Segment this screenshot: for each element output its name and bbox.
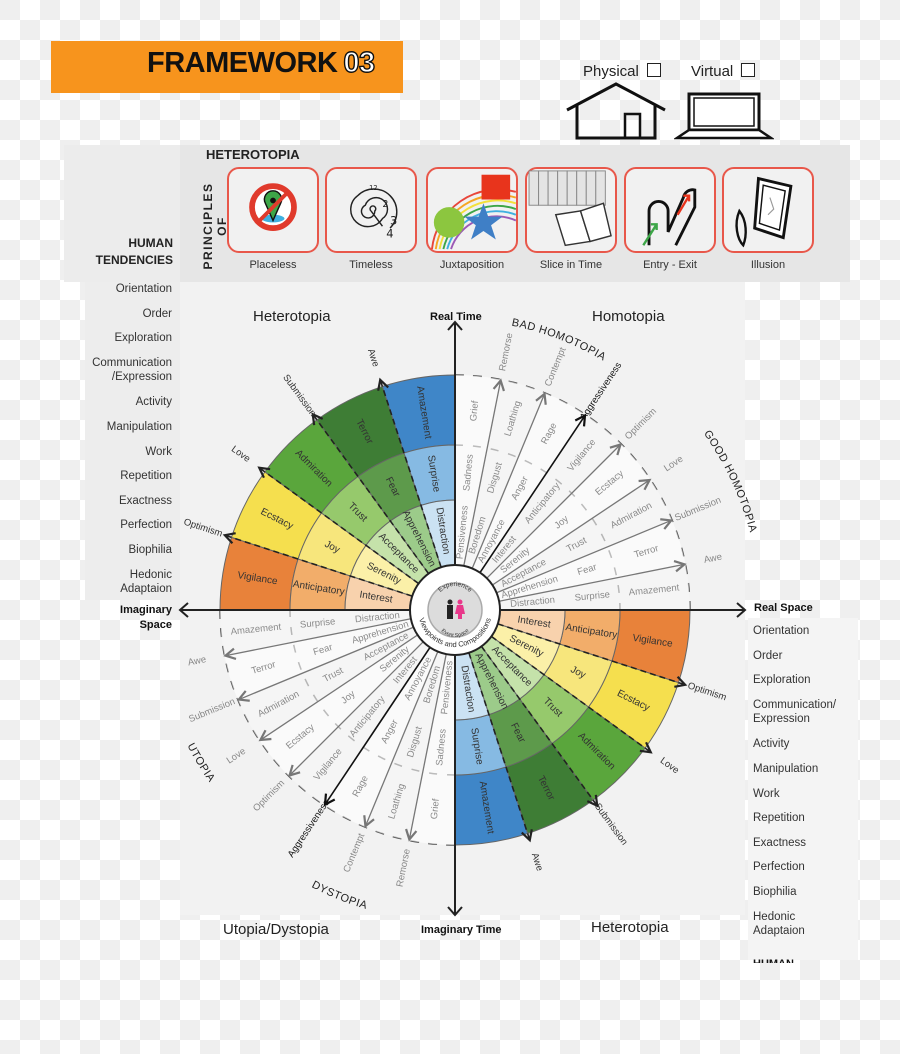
emotion-label-grief: Grief xyxy=(468,400,481,422)
quadrant-title-bottom-left: Utopia/Dystopia xyxy=(223,921,329,938)
arrow-label-remorse: Remorse xyxy=(497,332,515,372)
emotion-wheel: PensivenessSadnessGriefBoredomDisgustLoa… xyxy=(178,317,759,917)
arrow-label-optimism: Optimism xyxy=(182,517,224,540)
arrow-label-aggressiveness: Aggressiveness xyxy=(286,798,333,860)
arrow-label-love: Love xyxy=(658,755,681,776)
axis-label-real-time: Real Time xyxy=(430,311,482,323)
axis-label-imaginary-time: Imaginary Time xyxy=(421,924,502,936)
dystopia-label-path: DYSTOPIA xyxy=(310,879,369,912)
male-figure-body xyxy=(447,605,453,619)
arrow-label-optimism: Optimism xyxy=(251,778,287,814)
arrow-label-love: Love xyxy=(662,454,685,475)
utopia-label-path: UTOPIA xyxy=(185,741,217,785)
female-figure-icon xyxy=(457,599,463,605)
arrow-label-optimism: Optimism xyxy=(623,406,659,442)
arrow-label-contempt: Contempt xyxy=(341,832,367,875)
quadrant-title-bottom-right: Heterotopia xyxy=(591,919,669,936)
arrow-label-awe: Awe xyxy=(529,852,545,873)
emotion-label-grief: Grief xyxy=(429,798,442,820)
arrow-label-contempt: Contempt xyxy=(543,346,569,389)
arrow-label-optimism: Optimism xyxy=(686,680,728,703)
quadrant-title-top-left: Heterotopia xyxy=(253,308,331,325)
arrow-label-awe: Awe xyxy=(365,348,381,369)
arrow-label-submission: Submission xyxy=(187,696,237,725)
arrow-label-love: Love xyxy=(229,444,252,465)
arrow-label-awe: Awe xyxy=(187,654,207,668)
axis-label-real-space: Real Space xyxy=(754,602,813,614)
event-space-circle xyxy=(427,582,483,638)
arrow-label-remorse: Remorse xyxy=(395,848,413,888)
utopia-label: UTOPIA xyxy=(185,741,218,785)
male-figure-icon xyxy=(447,599,453,605)
good-homotopia-label: GOOD HOMOTOPIA xyxy=(701,428,759,534)
dystopia-label: DYSTOPIA xyxy=(310,879,369,912)
quadrant-title-top-right: Homotopia xyxy=(592,308,665,325)
arrow-label-submission: Submission xyxy=(280,373,318,419)
arrow-label-submission: Submission xyxy=(592,801,630,847)
arrow-label-love: Love xyxy=(225,746,248,767)
arrow-label-aggressiveness: Aggressiveness xyxy=(578,360,625,422)
arrow-label-awe: Awe xyxy=(703,552,723,566)
good-homotopia-label-path: GOOD HOMOTOPIA xyxy=(701,428,758,534)
axis-label-imaginary-space: Imaginary Space xyxy=(120,604,172,631)
arrow-label-submission: Submission xyxy=(673,495,723,524)
